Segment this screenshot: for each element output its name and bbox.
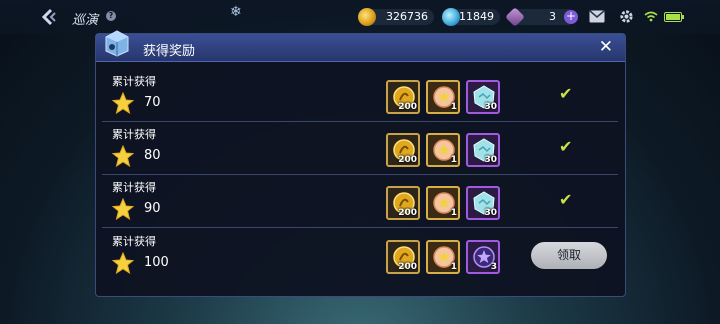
gold-counter: 326736 [358, 8, 434, 26]
reward-row: 累计获得 70 200 1 30 ✔ [102, 70, 618, 122]
gold-coin-icon [358, 8, 376, 26]
crystal-reward[interactable]: 30 [466, 80, 500, 114]
crystal-reward[interactable]: 30 [466, 133, 500, 167]
reward-qty: 200 [398, 102, 417, 112]
close-button[interactable]: ✕ [599, 38, 613, 56]
reward-qty: 1 [450, 262, 457, 272]
reward-qty: 200 [398, 155, 417, 165]
dialog-header: 获得奖励 ✕ [96, 30, 625, 62]
row-divider [102, 174, 618, 175]
star-icon [112, 92, 134, 114]
battery-icon [664, 12, 684, 22]
reward-qty: 1 [450, 208, 457, 218]
reward-dialog: 获得奖励 ✕ 累计获得 70 200 1 30 ✔ 累计获得 80 200 1 … [95, 30, 626, 297]
row-label: 累计获得 [112, 235, 156, 248]
star-icon [112, 145, 134, 167]
claimed-check-icon: ✔ [559, 190, 573, 209]
row-divider [102, 227, 618, 228]
reward-qty: 200 [398, 208, 417, 218]
reward-qty: 1 [450, 102, 457, 112]
coin-reward[interactable]: 1 [426, 133, 460, 167]
claimed-check-icon: ✔ [559, 84, 573, 103]
row-count: 100 [144, 255, 169, 270]
help-icon[interactable]: ? [106, 11, 116, 21]
gem-icon [442, 8, 460, 26]
reward-qty: 30 [484, 102, 497, 112]
row-divider [102, 121, 618, 122]
coin-reward[interactable]: 1 [426, 186, 460, 220]
row-label: 累计获得 [112, 75, 156, 88]
gold-reward[interactable]: 200 [386, 240, 420, 274]
claim-button[interactable]: 领取 [531, 242, 607, 269]
crystal-reward[interactable]: 30 [466, 186, 500, 220]
row-count: 70 [144, 95, 161, 110]
ticket-value: 3 [549, 10, 556, 23]
wifi-icon [644, 11, 658, 22]
gold-reward[interactable]: 200 [386, 133, 420, 167]
reward-qty: 3 [490, 262, 497, 272]
mail-icon[interactable] [589, 10, 605, 23]
gear-icon[interactable] [619, 9, 634, 24]
gem-value: 11849 [459, 10, 494, 23]
claimed-check-icon: ✔ [559, 137, 573, 156]
dialog-title: 获得奖励 [143, 44, 196, 59]
gem-counter: 11849 [442, 8, 500, 26]
row-count: 80 [144, 148, 161, 163]
star-icon [112, 252, 134, 274]
gold-reward[interactable]: 200 [386, 80, 420, 114]
star-icon [112, 198, 134, 220]
back-arrow-icon[interactable] [40, 8, 58, 26]
row-label: 累计获得 [112, 128, 156, 141]
row-label: 累计获得 [112, 181, 156, 194]
reward-qty: 30 [484, 155, 497, 165]
ticket-counter: 3 + [505, 7, 578, 27]
reward-row: 累计获得 80 200 1 30 ✔ [102, 123, 618, 175]
add-ticket-button[interactable]: + [564, 10, 578, 24]
reward-qty: 200 [398, 262, 417, 272]
reward-row: 累计获得 100 200 1 3 领取 [102, 230, 618, 282]
reward-row: 累计获得 90 200 1 30 ✔ [102, 176, 618, 228]
coin-reward[interactable]: 1 [426, 80, 460, 114]
page-title: 巡演 [72, 13, 99, 28]
chest-icon [105, 30, 129, 57]
coin-reward[interactable]: 1 [426, 240, 460, 274]
row-count: 90 [144, 201, 161, 216]
star-orb-reward[interactable]: 3 [466, 240, 500, 274]
reward-qty: 1 [450, 155, 457, 165]
gold-value: 326736 [386, 10, 428, 23]
ticket-icon [505, 7, 525, 27]
snowflake-icon: ❄ [230, 4, 242, 20]
gold-reward[interactable]: 200 [386, 186, 420, 220]
reward-qty: 30 [484, 208, 497, 218]
